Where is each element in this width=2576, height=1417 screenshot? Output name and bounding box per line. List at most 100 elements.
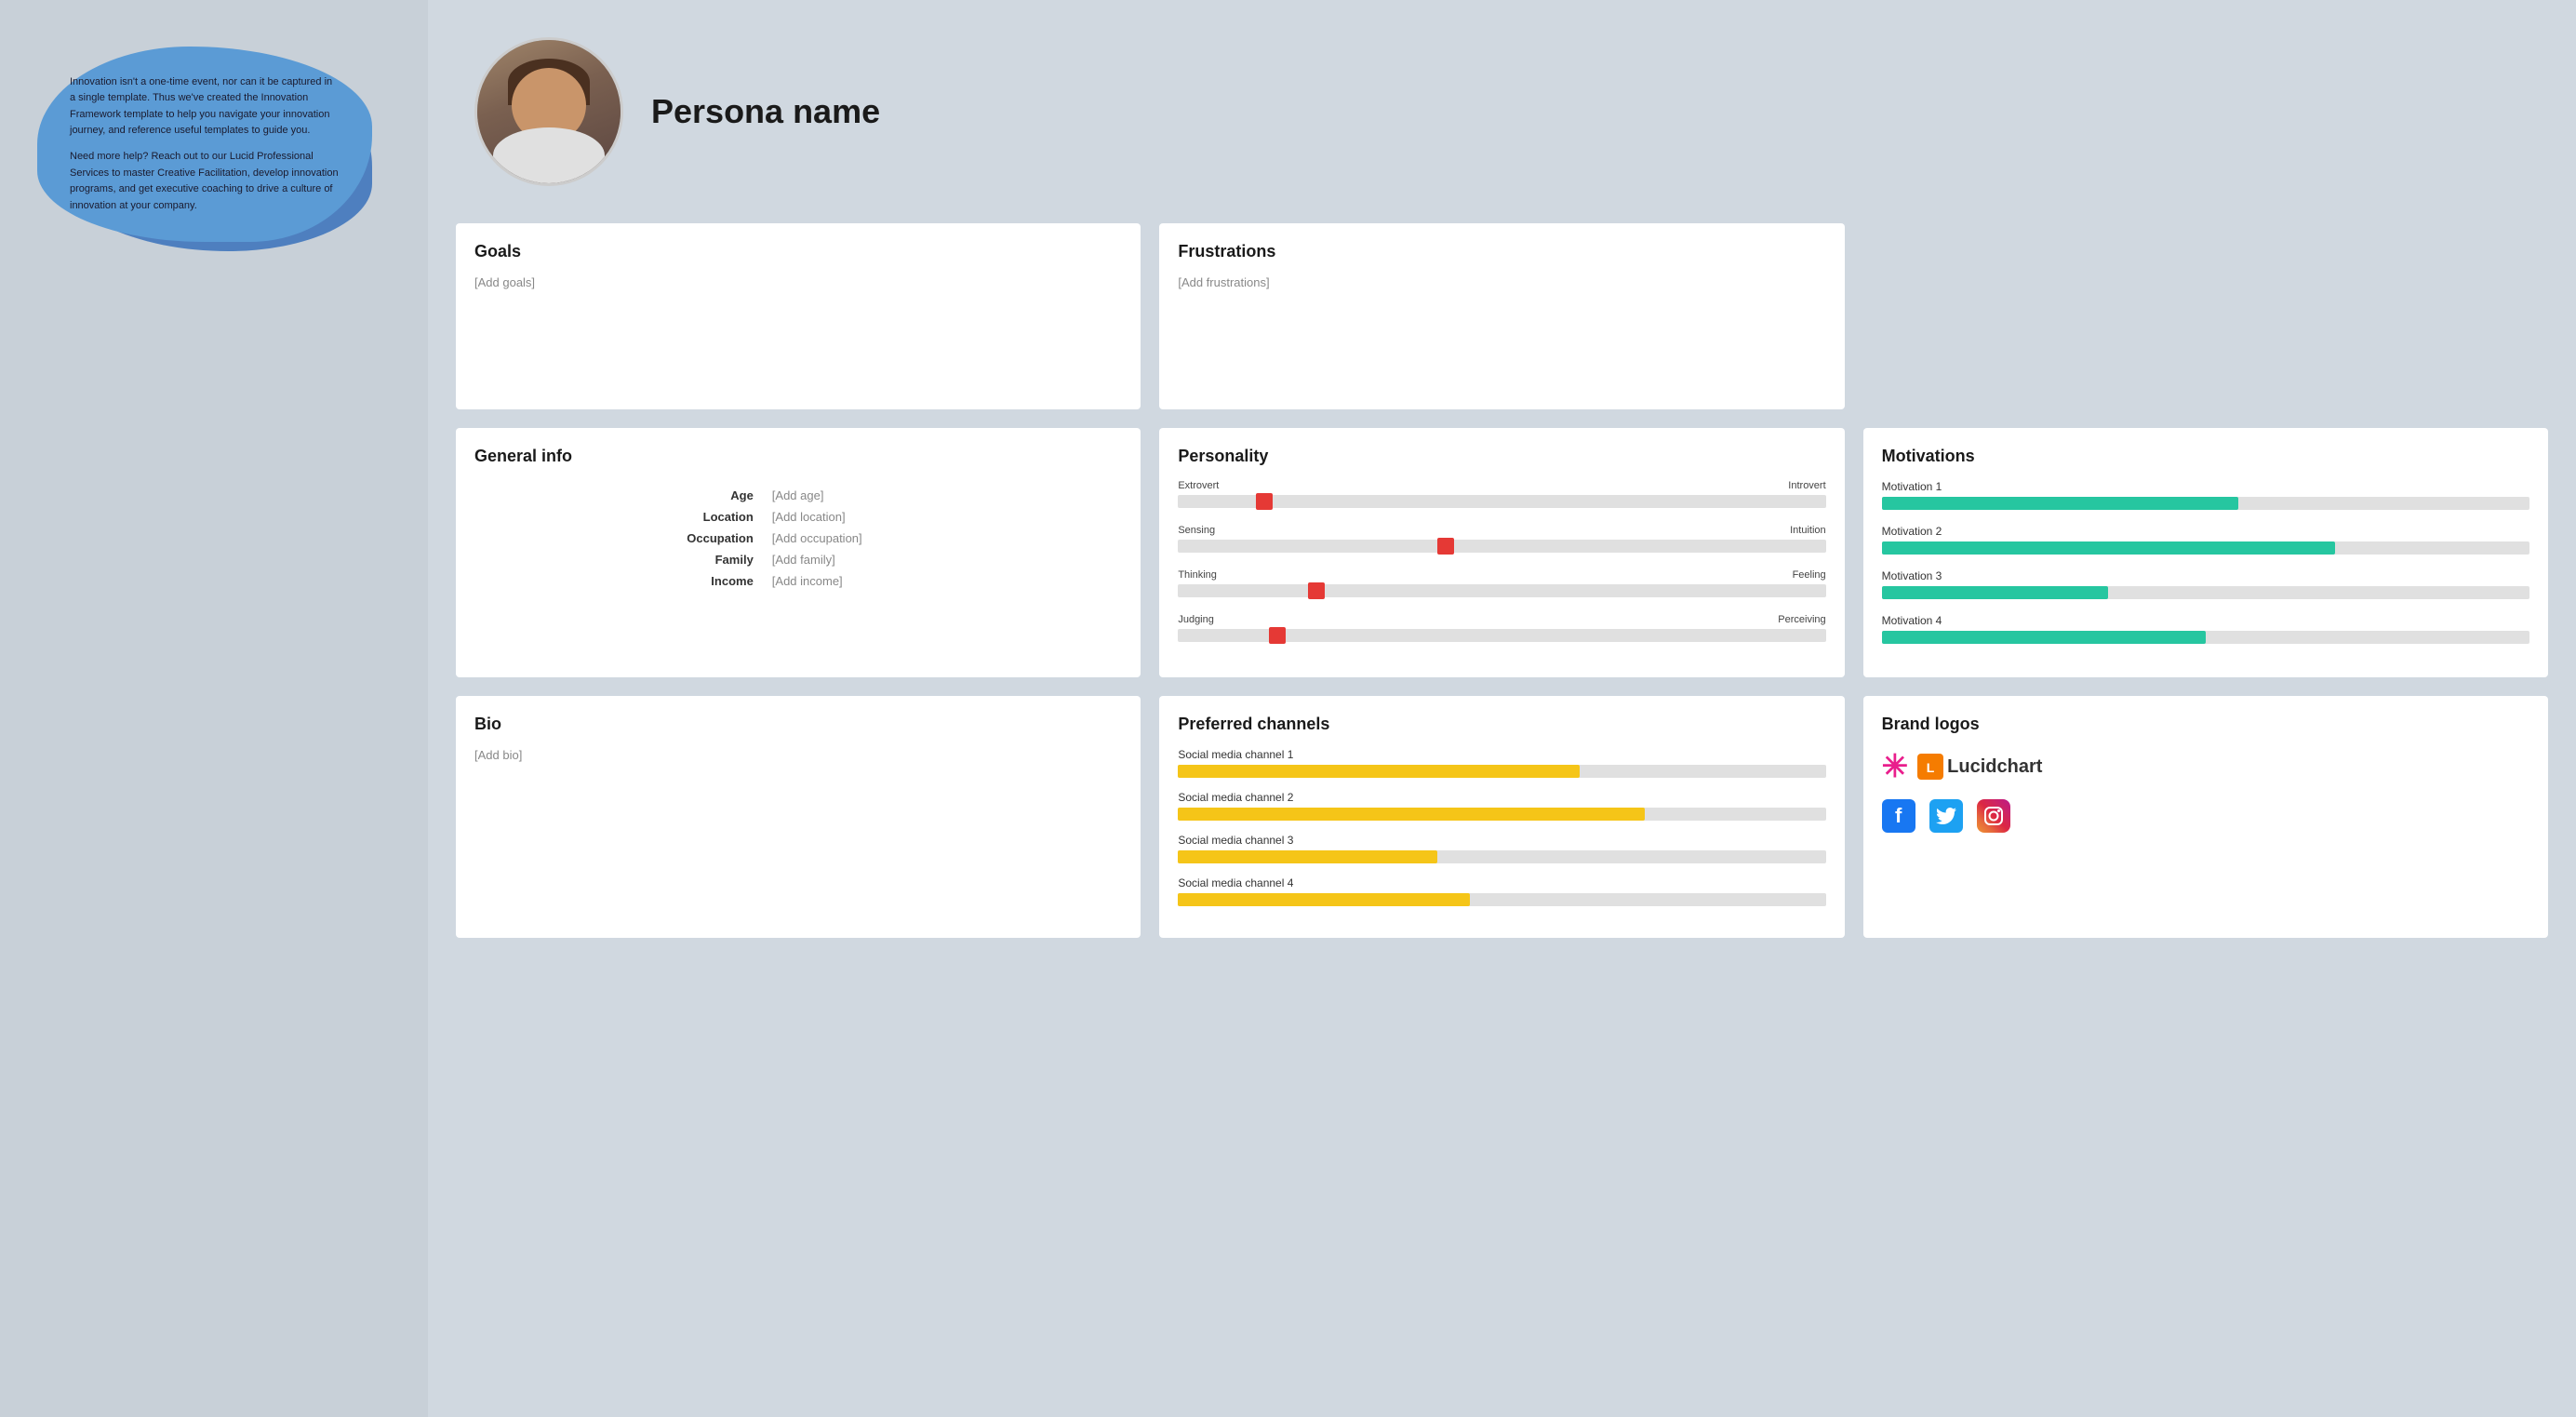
twitter-icon bbox=[1929, 799, 1963, 833]
personality-row-thinking: Thinking Feeling bbox=[1178, 569, 1825, 597]
info-table: Age [Add age] Location [Add location] Oc… bbox=[474, 485, 1122, 592]
channel-bar-outer-2 bbox=[1178, 808, 1825, 821]
income-value: [Add income] bbox=[765, 570, 1123, 592]
lucidchart-text: Lucidchart bbox=[1947, 756, 2042, 778]
label-extrovert: Extrovert bbox=[1178, 480, 1219, 491]
label-thinking: Thinking bbox=[1178, 569, 1217, 581]
brand-logos-row2: f bbox=[1882, 799, 2529, 833]
location-value: [Add location] bbox=[765, 506, 1123, 528]
motivation-row-2: Motivation 2 bbox=[1882, 525, 2529, 555]
channel-bar-fill-2 bbox=[1178, 808, 1644, 821]
lucidspark-icon: ✳ bbox=[1882, 748, 1909, 785]
bio-title: Bio bbox=[474, 715, 1122, 734]
info-row-occupation: Occupation [Add occupation] bbox=[474, 528, 1122, 549]
twitter-bird-icon bbox=[1936, 808, 1956, 824]
channel-bar-fill-3 bbox=[1178, 850, 1437, 863]
channel-row-4: Social media channel 4 bbox=[1178, 876, 1825, 906]
blob-paragraph-2: Need more help? Reach out to our Lucid P… bbox=[70, 149, 340, 214]
personality-bar-4 bbox=[1178, 629, 1825, 642]
occupation-label: Occupation bbox=[474, 528, 765, 549]
label-judging: Judging bbox=[1178, 614, 1214, 625]
channel-bar-fill-4 bbox=[1178, 893, 1469, 906]
personality-title: Personality bbox=[1178, 447, 1825, 466]
motivation-bar-fill-2 bbox=[1882, 541, 2335, 555]
motivation-label-2: Motivation 2 bbox=[1882, 525, 2529, 538]
channel-row-2: Social media channel 2 bbox=[1178, 791, 1825, 821]
family-value: [Add family] bbox=[765, 549, 1123, 570]
avatar bbox=[474, 37, 623, 186]
personality-indicator-1 bbox=[1256, 493, 1273, 510]
channel-bar-outer-1 bbox=[1178, 765, 1825, 778]
personality-bar-1 bbox=[1178, 495, 1825, 508]
instagram-svg-icon bbox=[1983, 806, 2004, 826]
persona-name-section: Persona name bbox=[651, 92, 880, 131]
channel-label-3: Social media channel 3 bbox=[1178, 834, 1825, 847]
page-wrapper: Innovation isn't a one-time event, nor c… bbox=[0, 0, 2576, 1417]
brand-logos-row1: ✳ L Lucidchart bbox=[1882, 748, 2529, 785]
label-introvert: Introvert bbox=[1788, 480, 1825, 491]
preferred-channels-title: Preferred channels bbox=[1178, 715, 1825, 734]
personality-indicator-4 bbox=[1269, 627, 1286, 644]
persona-name: Persona name bbox=[651, 92, 880, 131]
age-value: [Add age] bbox=[765, 485, 1123, 506]
row-bio-channels-brands: Bio [Add bio] Preferred channels Social … bbox=[456, 696, 2548, 938]
general-info-title: General info bbox=[474, 447, 1122, 466]
facebook-icon: f bbox=[1882, 799, 1915, 833]
persona-header: Persona name bbox=[456, 28, 2548, 205]
general-info-card: General info Age [Add age] Location [Add… bbox=[456, 428, 1141, 677]
label-feeling: Feeling bbox=[1793, 569, 1826, 581]
main-content: Persona name Goals [Add goals] Frustrati… bbox=[428, 0, 2576, 1417]
motivation-bar-fill-1 bbox=[1882, 497, 2238, 510]
channel-row-3: Social media channel 3 bbox=[1178, 834, 1825, 863]
label-perceiving: Perceiving bbox=[1778, 614, 1825, 625]
channel-label-1: Social media channel 1 bbox=[1178, 748, 1825, 761]
blob-text: Innovation isn't a one-time event, nor c… bbox=[70, 74, 340, 215]
motivations-title: Motivations bbox=[1882, 447, 2529, 466]
personality-row-sensing: Sensing Intuition bbox=[1178, 525, 1825, 553]
income-label: Income bbox=[474, 570, 765, 592]
personality-row-judging: Judging Perceiving bbox=[1178, 614, 1825, 642]
blob-container: Innovation isn't a one-time event, nor c… bbox=[37, 37, 391, 261]
age-label: Age bbox=[474, 485, 765, 506]
motivation-bar-outer-3 bbox=[1882, 586, 2529, 599]
frustrations-placeholder: [Add frustrations] bbox=[1178, 275, 1825, 289]
motivation-bar-fill-4 bbox=[1882, 631, 2206, 644]
brand-logos-content: ✳ L Lucidchart bbox=[1882, 748, 2529, 833]
personality-labels-1: Extrovert Introvert bbox=[1178, 480, 1825, 491]
motivation-bar-outer-4 bbox=[1882, 631, 2529, 644]
row-goals-frustrations: Goals [Add goals] Frustrations [Add frus… bbox=[456, 223, 2548, 409]
motivation-bar-outer-2 bbox=[1882, 541, 2529, 555]
channel-bar-fill-1 bbox=[1178, 765, 1580, 778]
info-row-income: Income [Add income] bbox=[474, 570, 1122, 592]
occupation-value: [Add occupation] bbox=[765, 528, 1123, 549]
channel-row-1: Social media channel 1 bbox=[1178, 748, 1825, 778]
goals-placeholder: [Add goals] bbox=[474, 275, 1122, 289]
instagram-icon bbox=[1977, 799, 2010, 833]
personality-row-extrovert: Extrovert Introvert bbox=[1178, 480, 1825, 508]
info-row-location: Location [Add location] bbox=[474, 506, 1122, 528]
channel-label-4: Social media channel 4 bbox=[1178, 876, 1825, 889]
avatar-body bbox=[493, 127, 605, 183]
personality-card: Personality Extrovert Introvert Sensing … bbox=[1159, 428, 1844, 677]
personality-indicator-2 bbox=[1437, 538, 1454, 555]
label-sensing: Sensing bbox=[1178, 525, 1215, 536]
motivation-row-4: Motivation 4 bbox=[1882, 614, 2529, 644]
family-label: Family bbox=[474, 549, 765, 570]
motivation-bar-fill-3 bbox=[1882, 586, 2109, 599]
svg-text:L: L bbox=[1927, 760, 1935, 775]
motivation-label-1: Motivation 1 bbox=[1882, 480, 2529, 493]
blob-paragraph-1: Innovation isn't a one-time event, nor c… bbox=[70, 74, 340, 140]
info-row-family: Family [Add family] bbox=[474, 549, 1122, 570]
bio-placeholder: [Add bio] bbox=[474, 748, 1122, 762]
channel-bar-outer-3 bbox=[1178, 850, 1825, 863]
blob-front: Innovation isn't a one-time event, nor c… bbox=[37, 47, 372, 242]
label-intuition: Intuition bbox=[1790, 525, 1826, 536]
motivation-row-1: Motivation 1 bbox=[1882, 480, 2529, 510]
frustrations-title: Frustrations bbox=[1178, 242, 1825, 261]
frustrations-card: Frustrations [Add frustrations] bbox=[1159, 223, 1844, 409]
bio-card: Bio [Add bio] bbox=[456, 696, 1141, 938]
motivation-label-4: Motivation 4 bbox=[1882, 614, 2529, 627]
preferred-channels-card: Preferred channels Social media channel … bbox=[1159, 696, 1844, 938]
goals-title: Goals bbox=[474, 242, 1122, 261]
avatar-image bbox=[477, 40, 621, 183]
